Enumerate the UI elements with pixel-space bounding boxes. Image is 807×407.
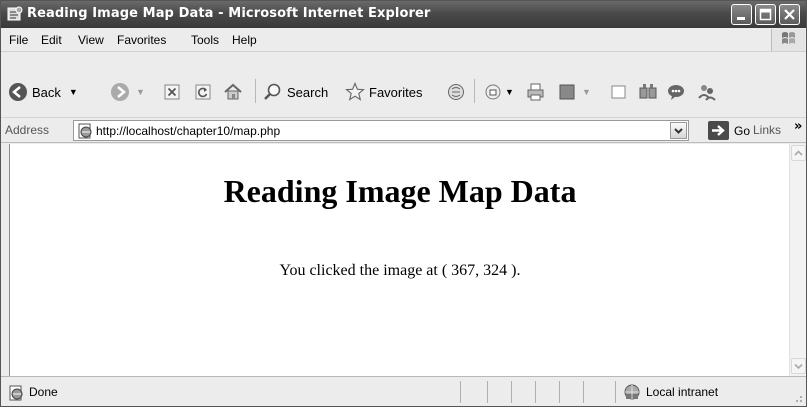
click-coordinates-message: You clicked the image at ( 367, 324 ). xyxy=(279,262,521,279)
page-content: Reading Image Map Data You clicked the i… xyxy=(9,144,789,376)
chevron-down-icon xyxy=(674,128,683,134)
back-label: Back xyxy=(32,84,61,100)
forward-button[interactable]: ▼ xyxy=(110,79,145,105)
research-button[interactable] xyxy=(638,79,658,105)
refresh-button[interactable] xyxy=(194,79,212,105)
research-icon xyxy=(639,84,657,99)
menu-edit[interactable]: Edit xyxy=(41,33,62,47)
maximize-button[interactable] xyxy=(755,4,776,25)
menu-help[interactable]: Help xyxy=(232,33,257,47)
back-arrow-icon xyxy=(9,83,27,101)
status-divider xyxy=(535,381,536,403)
vertical-scrollbar[interactable] xyxy=(789,144,806,376)
search-label: Search xyxy=(287,84,329,100)
edit-dropdown-icon[interactable]: ▼ xyxy=(582,87,591,97)
local-intranet-icon xyxy=(624,384,640,400)
forward-arrow-icon xyxy=(111,83,129,101)
address-bar: Address Go Links » xyxy=(1,117,806,143)
search-button[interactable]: Search xyxy=(263,79,328,105)
title-bar: Reading Image Map Data - Microsoft Inter… xyxy=(1,1,806,28)
scroll-down-button[interactable] xyxy=(791,358,806,374)
windows-flag-icon xyxy=(771,29,805,51)
status-divider xyxy=(615,381,616,403)
messenger-icon xyxy=(668,85,684,100)
chevron-up-icon xyxy=(794,150,803,156)
status-divider xyxy=(559,381,560,403)
status-bar: Done Local intranet xyxy=(1,376,806,406)
window-title: Reading Image Map Data - Microsoft Inter… xyxy=(27,6,431,21)
forward-dropdown-icon[interactable]: ▼ xyxy=(136,87,145,97)
menu-bar: File Edit View Favorites Tools Help xyxy=(1,28,806,52)
favorites-button[interactable]: Favorites xyxy=(345,79,422,105)
status-divider xyxy=(583,381,584,403)
menu-tools[interactable]: Tools xyxy=(191,33,219,47)
menu-file[interactable]: File xyxy=(9,33,28,47)
refresh-icon xyxy=(195,84,211,100)
toolbar-separator xyxy=(255,79,256,103)
menu-view[interactable]: View xyxy=(78,33,104,47)
security-zone-label: Local intranet xyxy=(646,385,719,399)
browser-window: Reading Image Map Data - Microsoft Inter… xyxy=(0,0,807,407)
back-dropdown-icon[interactable]: ▼ xyxy=(69,87,78,97)
people-button[interactable] xyxy=(697,79,717,105)
print-button[interactable] xyxy=(526,79,546,105)
toolbar-separator xyxy=(474,79,475,103)
discuss-icon xyxy=(611,85,626,99)
minimize-button[interactable] xyxy=(731,4,752,25)
page-done-icon xyxy=(9,385,23,401)
stop-button[interactable] xyxy=(163,79,181,105)
mail-button[interactable]: ▼ xyxy=(484,79,514,105)
print-icon xyxy=(527,83,544,101)
media-button[interactable] xyxy=(446,79,466,105)
stop-icon xyxy=(164,84,180,100)
links-toolbar[interactable]: Links xyxy=(753,123,781,137)
messenger-button[interactable] xyxy=(666,79,686,105)
address-dropdown-button[interactable] xyxy=(670,122,687,139)
go-arrow-icon xyxy=(708,121,729,140)
status-divider xyxy=(487,381,488,403)
standard-toolbar: Back ▼ ▼ Search Favorites ▼ ▼ xyxy=(1,53,806,117)
go-button[interactable]: Go xyxy=(708,121,750,140)
resize-grip-icon[interactable] xyxy=(791,391,803,403)
ie-window-icon[interactable] xyxy=(7,6,23,22)
mail-dropdown-icon[interactable]: ▼ xyxy=(505,87,514,97)
content-left-border xyxy=(1,144,9,376)
people-icon xyxy=(698,85,716,101)
discuss-button[interactable] xyxy=(610,79,628,105)
scroll-up-button[interactable] xyxy=(791,145,806,161)
address-label: Address xyxy=(5,123,50,137)
favorites-label: Favorites xyxy=(369,84,423,100)
search-icon xyxy=(264,83,281,100)
star-icon xyxy=(345,82,365,101)
close-button[interactable] xyxy=(779,4,800,25)
page-icon xyxy=(78,123,92,139)
status-text: Done xyxy=(29,385,58,399)
status-divider xyxy=(460,381,461,403)
url-input[interactable] xyxy=(96,123,656,138)
menu-favorites[interactable]: Favorites xyxy=(117,33,166,47)
home-button[interactable] xyxy=(223,79,243,105)
home-icon xyxy=(224,83,242,100)
edit-icon xyxy=(559,84,575,100)
edit-button[interactable]: ▼ xyxy=(558,79,591,105)
back-button[interactable]: Back ▼ xyxy=(8,79,78,105)
mail-icon xyxy=(485,84,501,100)
chevron-down-icon xyxy=(794,363,803,370)
address-field[interactable] xyxy=(73,120,689,141)
go-label: Go xyxy=(734,123,751,138)
status-divider xyxy=(511,381,512,403)
page-heading: Reading Image Map Data xyxy=(223,173,577,209)
media-icon xyxy=(448,84,464,100)
chevron-more-icon[interactable]: » xyxy=(794,119,802,134)
